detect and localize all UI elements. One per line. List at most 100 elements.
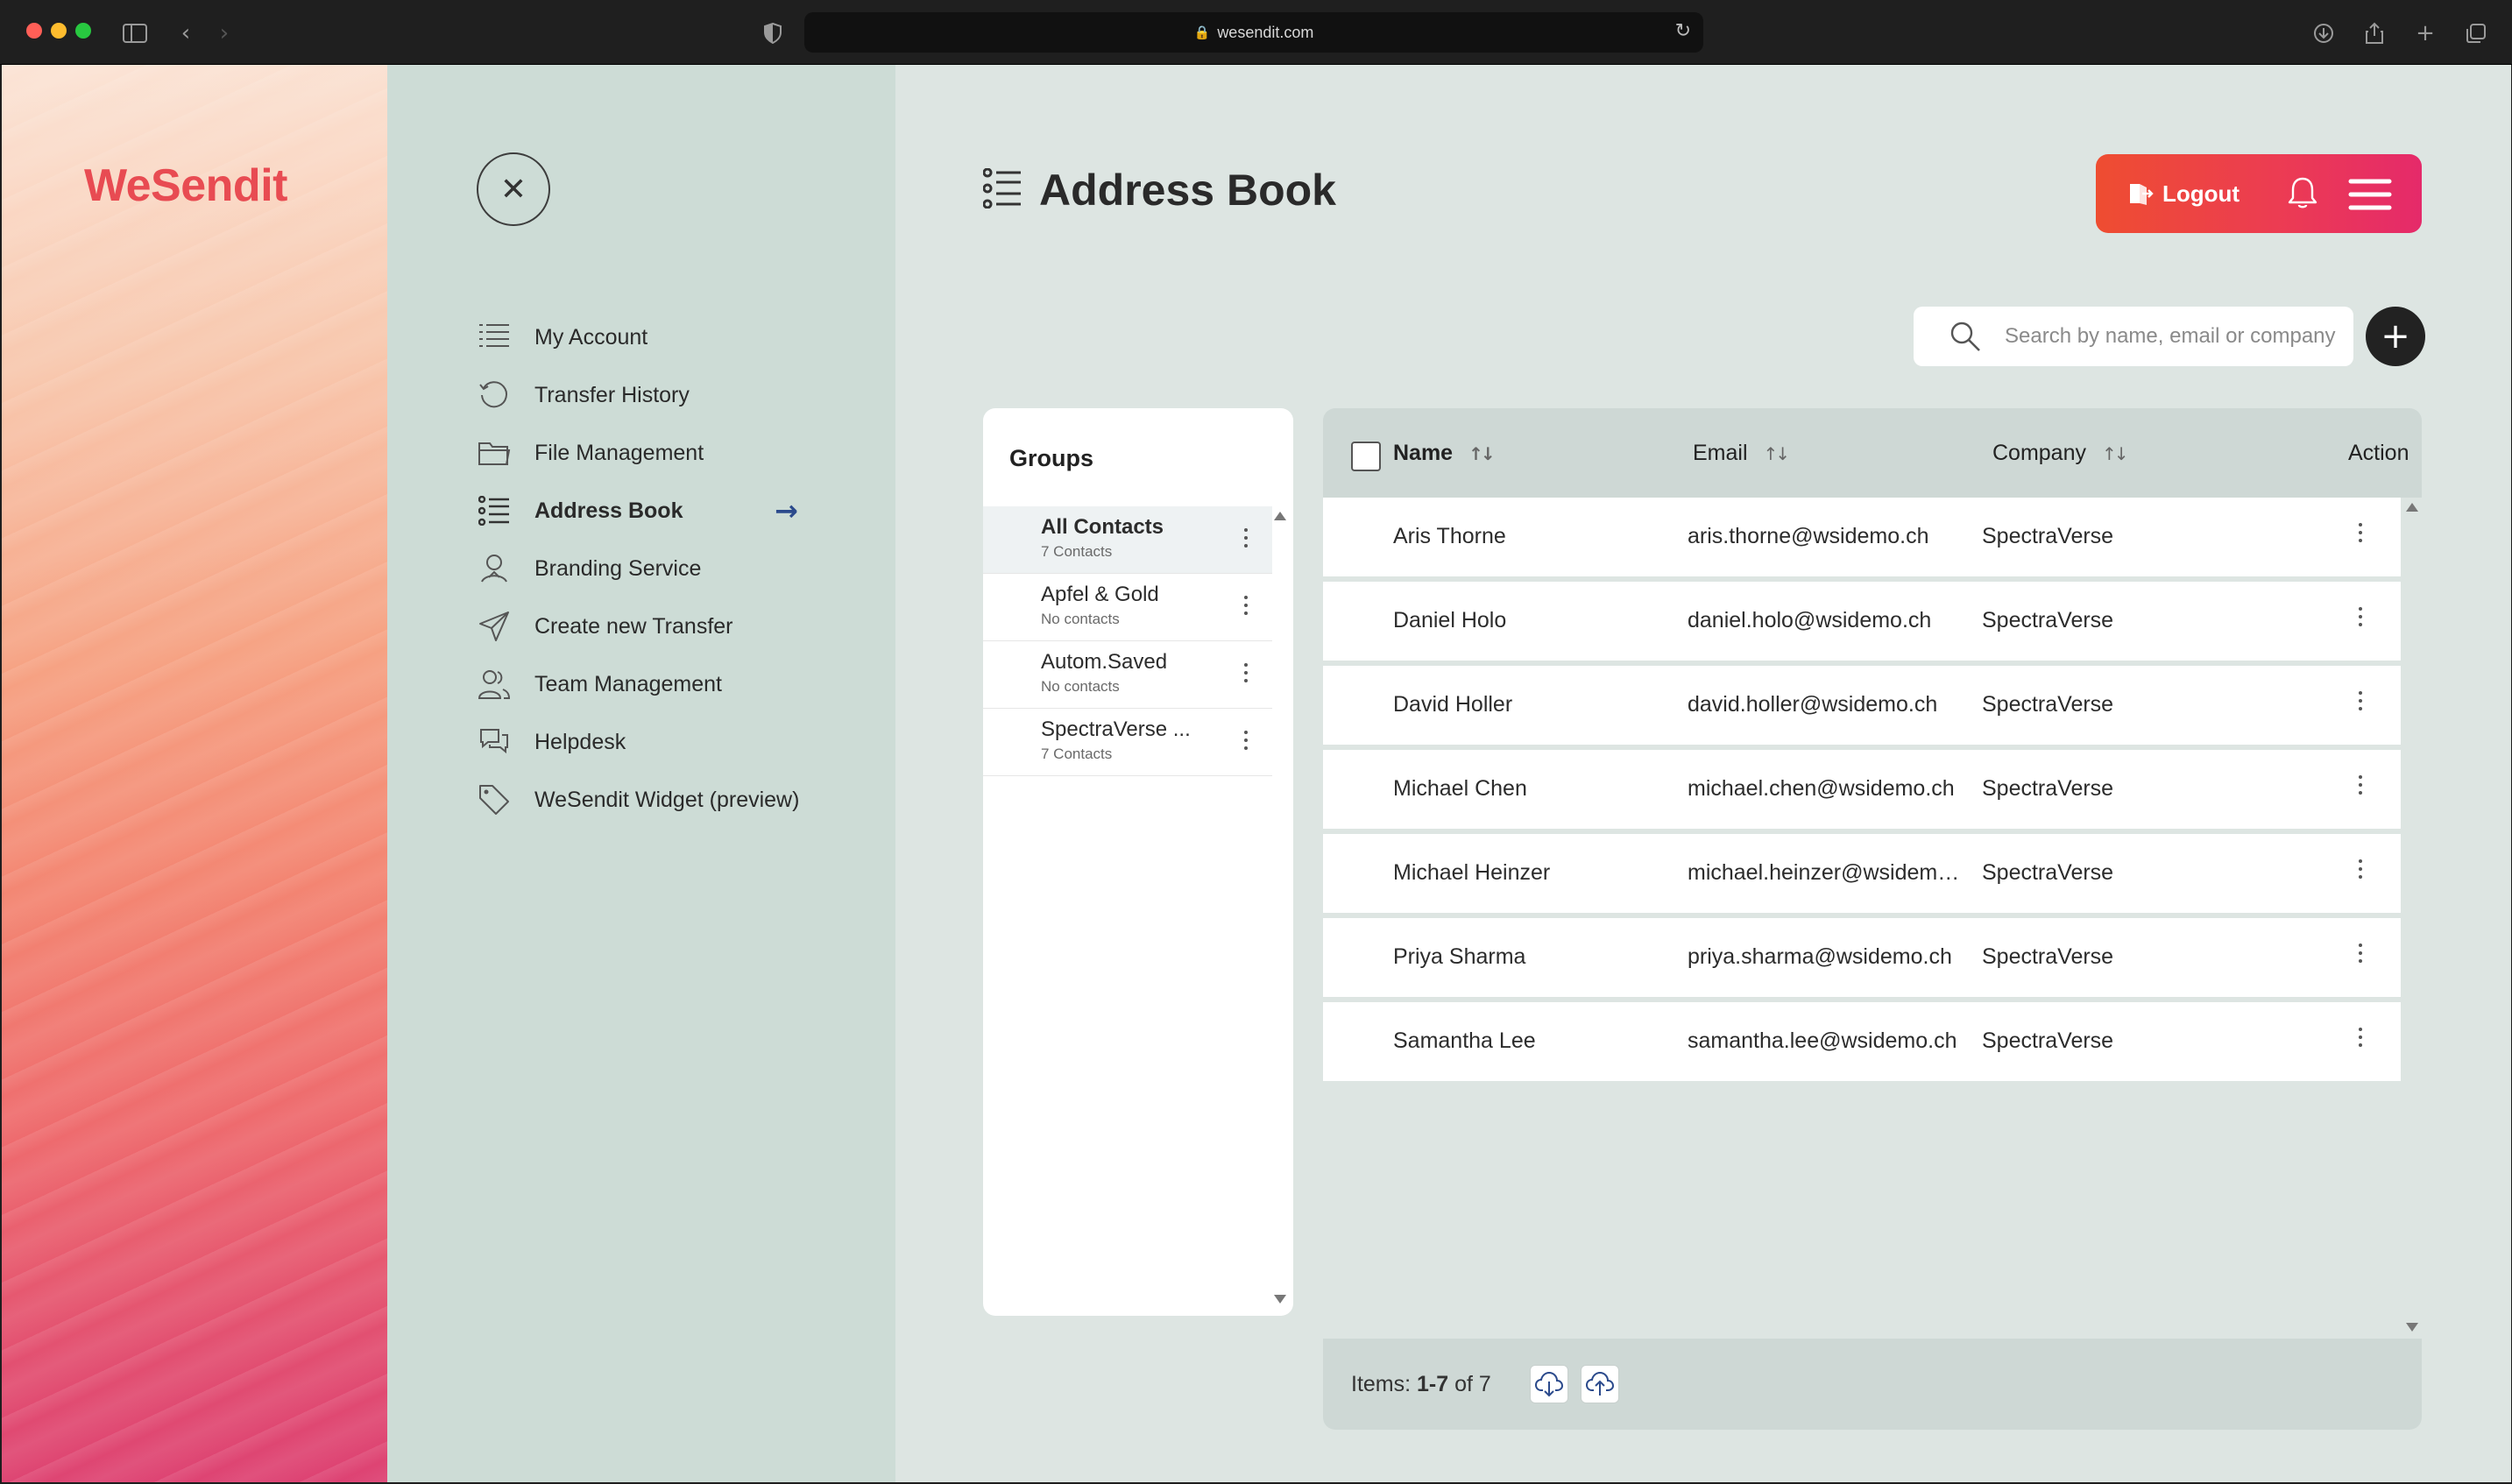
menu-item-team-management[interactable]: Team Management [477,655,845,713]
menu-item-address-book[interactable]: Address Book → [477,482,845,540]
list-icon [477,320,512,355]
logout-icon [2130,184,2154,205]
contact-email: michael.heinzer@wsidemo.... [1688,860,1966,885]
url-text: wesendit.com [1217,23,1314,41]
row-actions-icon[interactable] [2352,857,2369,880]
close-window-button[interactable] [26,23,42,39]
menu-list: My Account Transfer History File Managem… [477,308,845,829]
tag-icon [477,782,512,817]
items-total: of 7 [1454,1371,1491,1396]
close-menu-button[interactable]: ✕ [477,152,550,226]
logout-button[interactable]: Logout [2127,180,2240,208]
row-actions-icon[interactable] [2352,520,2369,544]
row-actions-icon[interactable] [2352,1025,2369,1049]
back-icon[interactable]: ‹ [168,16,203,51]
sort-icon[interactable]: ↑↓ [1764,443,1790,464]
table-row[interactable]: Daniel Holo daniel.holo@wsidemo.ch Spect… [1323,582,2401,661]
minimize-window-button[interactable] [51,23,67,39]
hamburger-menu-icon[interactable] [2348,177,2392,216]
group-options-icon[interactable] [1237,593,1255,617]
contact-company: SpectraVerse [1982,524,2114,548]
sidebar-toggle-icon[interactable] [117,16,152,51]
select-all-checkbox[interactable] [1351,442,1381,471]
table-row[interactable]: Samantha Lee samantha.lee@wsidemo.ch Spe… [1323,1002,2401,1081]
group-options-icon[interactable] [1237,661,1255,684]
logo[interactable]: WeSendit [84,159,287,212]
table-row[interactable]: David Holler david.holler@wsidemo.ch Spe… [1323,666,2401,745]
group-options-icon[interactable] [1237,728,1255,752]
forward-icon[interactable]: › [207,16,242,51]
contacts-table: Name ↑↓ Email ↑↓ Company ↑↓ Action Aris … [1323,408,2422,1086]
table-header: Name ↑↓ Email ↑↓ Company ↑↓ Action [1323,408,2422,498]
pagination-info: Items: 1-7 of 7 [1351,1372,1491,1397]
groups-title: Groups [1009,445,1094,471]
row-actions-icon[interactable] [2352,689,2369,712]
menu-item-create-new-transfer[interactable]: Create new Transfer [477,597,845,655]
row-actions-icon[interactable] [2352,604,2369,628]
sort-icon[interactable]: ↑↓ [1468,443,1495,464]
menu-item-label: File Management [534,440,704,465]
column-header-company[interactable]: Company ↑↓ [1992,441,2128,466]
address-bar[interactable]: 🔒 wesendit.com ↻ [804,12,1703,53]
table-scroll-up-icon[interactable] [2406,503,2418,512]
column-header-action: Action [2348,441,2409,466]
contact-name: Priya Sharma [1393,944,1526,969]
zoom-window-button[interactable] [75,23,91,39]
table-row[interactable]: Michael Heinzer michael.heinzer@wsidemo.… [1323,834,2401,913]
menu-item-helpdesk[interactable]: Helpdesk [477,713,845,771]
browser-toolbar: ‹ › 🔒 wesendit.com ↻ + [0,0,2512,65]
group-item-apfel-gold[interactable]: Apfel & Gold No contacts [983,574,1272,641]
share-icon[interactable] [2357,16,2392,51]
menu-item-file-management[interactable]: File Management [477,424,845,482]
menu-item-branding-service[interactable]: Branding Service [477,540,845,597]
export-contacts-button[interactable] [1529,1365,1568,1403]
folder-icon [477,435,512,470]
contact-company: SpectraVerse [1982,776,2114,801]
table-row[interactable]: Aris Thorne aris.thorne@wsidemo.ch Spect… [1323,498,2401,576]
column-label: Name [1393,441,1454,465]
menu-item-my-account[interactable]: My Account [477,308,845,366]
row-actions-icon[interactable] [2352,773,2369,796]
add-contact-button[interactable]: + [2366,307,2425,366]
contact-name: Michael Heinzer [1393,860,1551,885]
items-range: 1-7 [1417,1371,1449,1396]
menu-item-label: Team Management [534,671,723,696]
group-options-icon[interactable] [1237,526,1255,549]
send-icon [477,609,512,644]
table-row[interactable]: Priya Sharma priya.sharma@wsidemo.ch Spe… [1323,918,2401,997]
groups-scroll-down-icon[interactable] [1274,1295,1286,1304]
contact-search [1914,307,2353,366]
contact-name: Aris Thorne [1393,524,1506,548]
new-tab-icon[interactable]: + [2408,16,2443,51]
download-icon[interactable] [2306,16,2341,51]
table-scroll-down-icon[interactable] [2406,1323,2418,1332]
tab-overview-icon[interactable] [2459,16,2494,51]
column-header-name[interactable]: Name ↑↓ [1393,441,1496,466]
sort-icon[interactable]: ↑↓ [2102,443,2128,464]
contact-email: priya.sharma@wsidemo.ch [1688,944,1952,969]
table-row[interactable]: Michael Chen michael.chen@wsidemo.ch Spe… [1323,750,2401,829]
row-actions-icon[interactable] [2352,941,2369,965]
contact-email: david.holler@wsidemo.ch [1688,692,1938,717]
privacy-shield-icon[interactable] [755,16,790,51]
contact-email: aris.thorne@wsidemo.ch [1688,524,1929,548]
cloud-download-icon [1534,1371,1563,1397]
menu-item-label: Address Book [534,498,683,523]
column-header-email[interactable]: Email ↑↓ [1693,441,1790,466]
logout-label: Logout [2162,180,2240,207]
menu-item-label: WeSendit Widget (preview) [534,787,800,812]
search-input[interactable] [2005,324,2346,349]
import-contacts-button[interactable] [1580,1365,1619,1403]
contact-name: David Holler [1393,692,1513,717]
menu-item-transfer-history[interactable]: Transfer History [477,366,845,424]
group-item-all-contacts[interactable]: All Contacts 7 Contacts [983,506,1272,574]
reload-icon[interactable]: ↻ [1675,20,1691,42]
contact-email: daniel.holo@wsidemo.ch [1688,608,1932,632]
column-label: Email [1693,441,1748,465]
group-item-spectraverse[interactable]: SpectraVerse ... 7 Contacts [983,709,1272,776]
groups-scroll-up-icon[interactable] [1274,512,1286,520]
group-item-autom-saved[interactable]: Autom.Saved No contacts [983,641,1272,709]
notifications-bell-icon[interactable] [2287,175,2318,215]
menu-item-wesendit-widget[interactable]: WeSendit Widget (preview) [477,771,845,829]
menu-item-label: My Account [534,324,648,350]
